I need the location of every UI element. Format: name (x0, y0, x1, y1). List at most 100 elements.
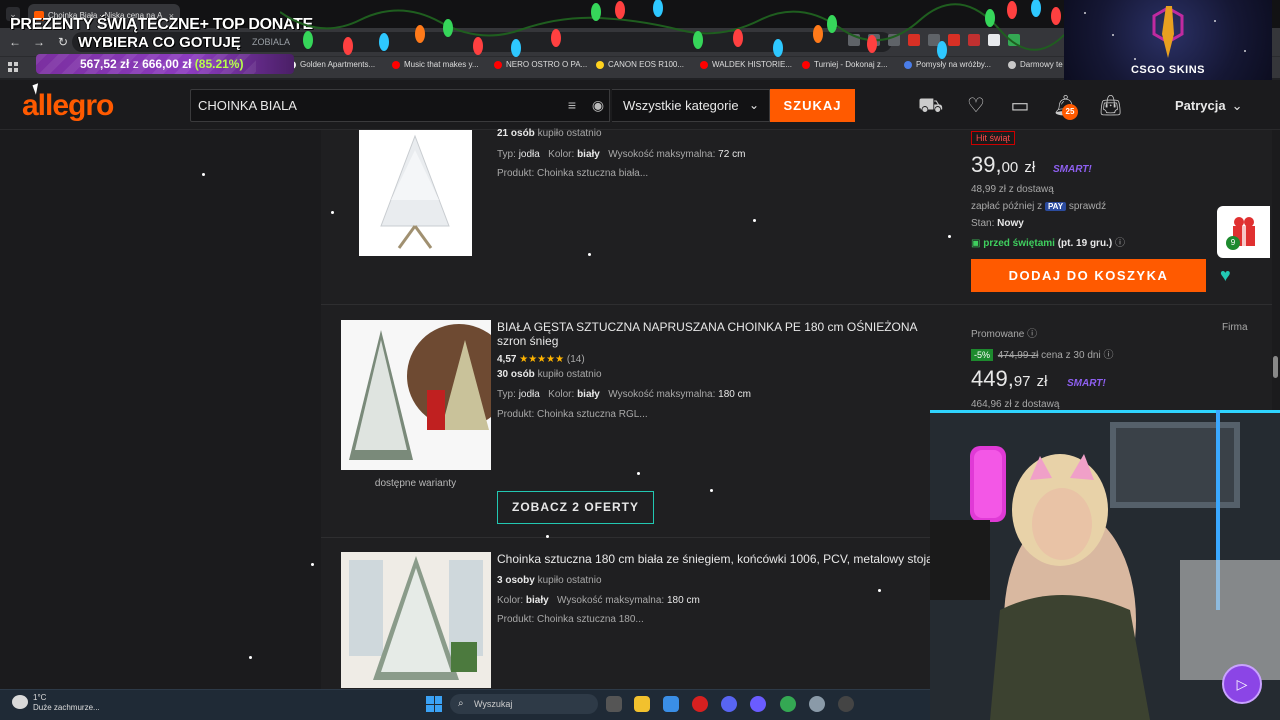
snowflake (202, 173, 205, 176)
donate-current: 567,52 zł (80, 57, 130, 71)
app-circle-icon[interactable] (750, 696, 766, 712)
donate-amount: 567,52 zł z 666,00 zł (85.21%) (80, 55, 243, 73)
user-menu[interactable]: Patrycja ⌄ (1175, 98, 1243, 114)
play-circle-button[interactable]: ▷ (1222, 664, 1262, 704)
pay-later-info: zapłać później z PAY sprawdź (971, 201, 1107, 212)
product-attributes: Kolor: biały Wysokość maksymalna: 180 cm (497, 595, 700, 606)
product-image[interactable] (341, 552, 491, 688)
csgo-skins-label: CSGO SKINS (1130, 64, 1206, 76)
gift-widget[interactable] (1217, 206, 1270, 258)
donate-subtitle: WYBIERA CO GOTUJĘ (78, 34, 241, 51)
search-icon: ⌕ (458, 698, 464, 709)
cloud-icon (12, 695, 28, 709)
csgo-skins-overlay: CSGO SKINS (1064, 0, 1272, 80)
hit-badge: Hit świąt (971, 131, 1016, 145)
filters-sidebar (0, 130, 320, 690)
shipping-info: ▣ przed świętami (pt. 19 gru.) ⓘ (971, 238, 1125, 249)
settings-gear-icon[interactable] (809, 696, 825, 712)
condition-info: Stan: Nowy (971, 218, 1024, 229)
white-tree-image (380, 134, 450, 249)
search-input-value: CHOINKA BIALA (198, 98, 297, 113)
info-icon: ⓘ (1027, 329, 1038, 340)
product-image[interactable] (359, 130, 472, 256)
task-view-icon[interactable] (606, 696, 622, 712)
search-button[interactable]: SZUKAJ (770, 89, 855, 122)
notifications-count-badge: 25 (1062, 104, 1078, 120)
snowflake (311, 563, 314, 566)
product-attributes: Typ: jodła Kolor: biały Wysokość maksyma… (497, 149, 746, 160)
product-title[interactable]: BIAŁA GĘSTA SZTUCZNA NAPRUSZANA CHOINKA … (497, 320, 927, 348)
snowy-tree-room-image (341, 552, 491, 688)
rating-stars-icon: ★★★★★ (519, 354, 565, 365)
chrome-icon[interactable] (780, 696, 796, 712)
camera-search-icon[interactable]: ◉ (590, 97, 606, 113)
donate-separator: z (132, 57, 139, 71)
rating: 4,57 ★★★★★ (14) (497, 354, 585, 365)
opera-icon[interactable] (692, 696, 708, 712)
info-icon: ⓘ (1114, 238, 1125, 249)
add-to-cart-button[interactable]: DODAJ DO KOSZYKA (971, 259, 1206, 292)
store-icon[interactable] (663, 696, 679, 712)
smart-badge: SMART! (1053, 164, 1092, 175)
promoted-label: Promowane ⓘ (971, 329, 1038, 340)
scrollbar-thumb[interactable] (1273, 356, 1278, 378)
discount-badge: -5% (971, 349, 994, 361)
gift-box-icon (1233, 217, 1255, 246)
snowflake (753, 219, 756, 222)
category-select[interactable]: Wszystkie kategorie ⌄ (612, 89, 770, 122)
chevron-down-icon: ⌄ (1231, 98, 1243, 113)
buyers-info: 21 osób kupiło ostatnio (497, 128, 602, 139)
snowflake (637, 472, 640, 475)
snowflake (878, 589, 881, 592)
allegro-logo[interactable]: allegro (22, 89, 114, 123)
donate-progress-bar: 567,52 zł z 666,00 zł (85.21%) (36, 54, 294, 74)
favorite-heart-icon[interactable]: ♥ (1220, 266, 1231, 284)
favorites-heart-icon[interactable]: ♡ (964, 94, 988, 118)
snowflake (546, 535, 549, 538)
product-line: Produkt: Choinka sztuczna biała... (497, 168, 649, 179)
snowflake (588, 253, 591, 256)
see-offers-button[interactable]: ZOBACZ 2 OFERTY (497, 491, 654, 524)
weather-desc: Duże zachmurze... (33, 703, 100, 712)
product-attributes: Typ: jodła Kolor: biały Wysokość maksyma… (497, 389, 751, 400)
product-line: Produkt: Choinka sztuczna RGL... (497, 409, 648, 420)
category-value: Wszystkie kategorie (623, 98, 739, 113)
delivery-truck-icon[interactable]: ⛟ (918, 94, 943, 118)
price: 39,00 zł (971, 152, 1036, 177)
info-icon: ⓘ (1103, 350, 1114, 361)
weather-temp: 1°C (33, 693, 47, 702)
user-name: Patrycja (1175, 98, 1226, 113)
variants-label: dostępne warianty (374, 478, 457, 489)
christmas-lights-overlay (280, 0, 1080, 59)
windows-start-icon[interactable] (426, 696, 442, 712)
search-settings-icon[interactable]: ≡ (564, 97, 580, 113)
buyers-info: 30 osób kupiło ostatnio (497, 369, 602, 380)
taskbar-search-placeholder: Wyszukaj (474, 699, 513, 709)
cart-bag-icon[interactable]: 👜︎ (1098, 94, 1123, 118)
obs-icon[interactable] (838, 696, 854, 712)
product-image[interactable] (341, 320, 491, 470)
messages-icon[interactable]: ▭ (1008, 94, 1032, 118)
donate-goal: 666,00 zł (142, 57, 192, 71)
snowflake (249, 656, 252, 659)
delivery-price: 464,96 zł z dostawą (971, 399, 1060, 410)
seller-type: Firma (1222, 322, 1248, 333)
knife-skin-icon (1152, 6, 1184, 58)
smart-badge: SMART! (1067, 378, 1106, 389)
delivery-price: 48,99 zł z dostawą (971, 184, 1054, 195)
snowflake (331, 211, 334, 214)
snowflake (948, 235, 951, 238)
price: 449,97 zł (971, 366, 1048, 391)
file-explorer-icon[interactable] (634, 696, 650, 712)
product-title[interactable]: Choinka sztuczna 180 cm biała ze śniegie… (497, 552, 932, 566)
donate-title: PREZENTY ŚWIĄTECZNE+ TOP DONATE (10, 16, 313, 33)
old-price-info: -5% 474,99 zł cena z 30 dni ⓘ (971, 346, 1113, 361)
chevron-down-icon: ⌄ (748, 98, 759, 112)
gift-count-badge: 9 (1226, 236, 1240, 250)
product-line: Produkt: Choinka sztuczna 180... (497, 614, 644, 625)
discord-icon[interactable] (721, 696, 737, 712)
buyers-info: 3 osoby kupiło ostatnio (497, 575, 602, 586)
donate-percent: (85.21%) (194, 57, 244, 71)
snowflake (710, 489, 713, 492)
taskbar-search-input[interactable]: ⌕ Wyszukaj (450, 694, 598, 714)
